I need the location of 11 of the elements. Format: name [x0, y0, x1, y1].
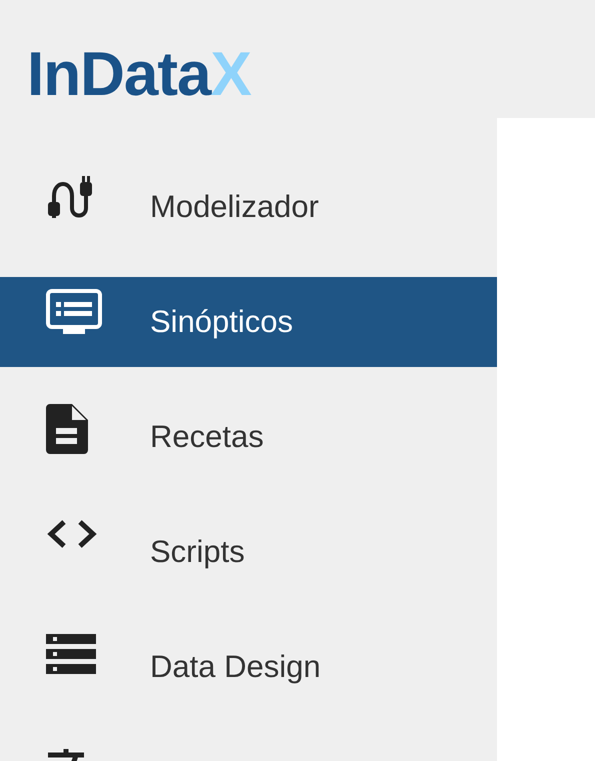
sidebar-item[interactable]: Scripts — [0, 507, 497, 597]
code-icon — [46, 519, 98, 549]
sidebar-item[interactable]: Recetas — [0, 392, 497, 482]
document-icon — [46, 404, 88, 454]
sidebar-item[interactable]: Modelizador — [0, 162, 497, 252]
monitor-icon — [46, 289, 102, 335]
sidebar-item[interactable]: Data Design — [0, 622, 497, 712]
logo: InDataX — [27, 44, 251, 106]
cable-icon — [46, 174, 92, 220]
server-icon — [46, 634, 98, 676]
sidebar-item[interactable]: Sinópticos — [0, 277, 497, 367]
